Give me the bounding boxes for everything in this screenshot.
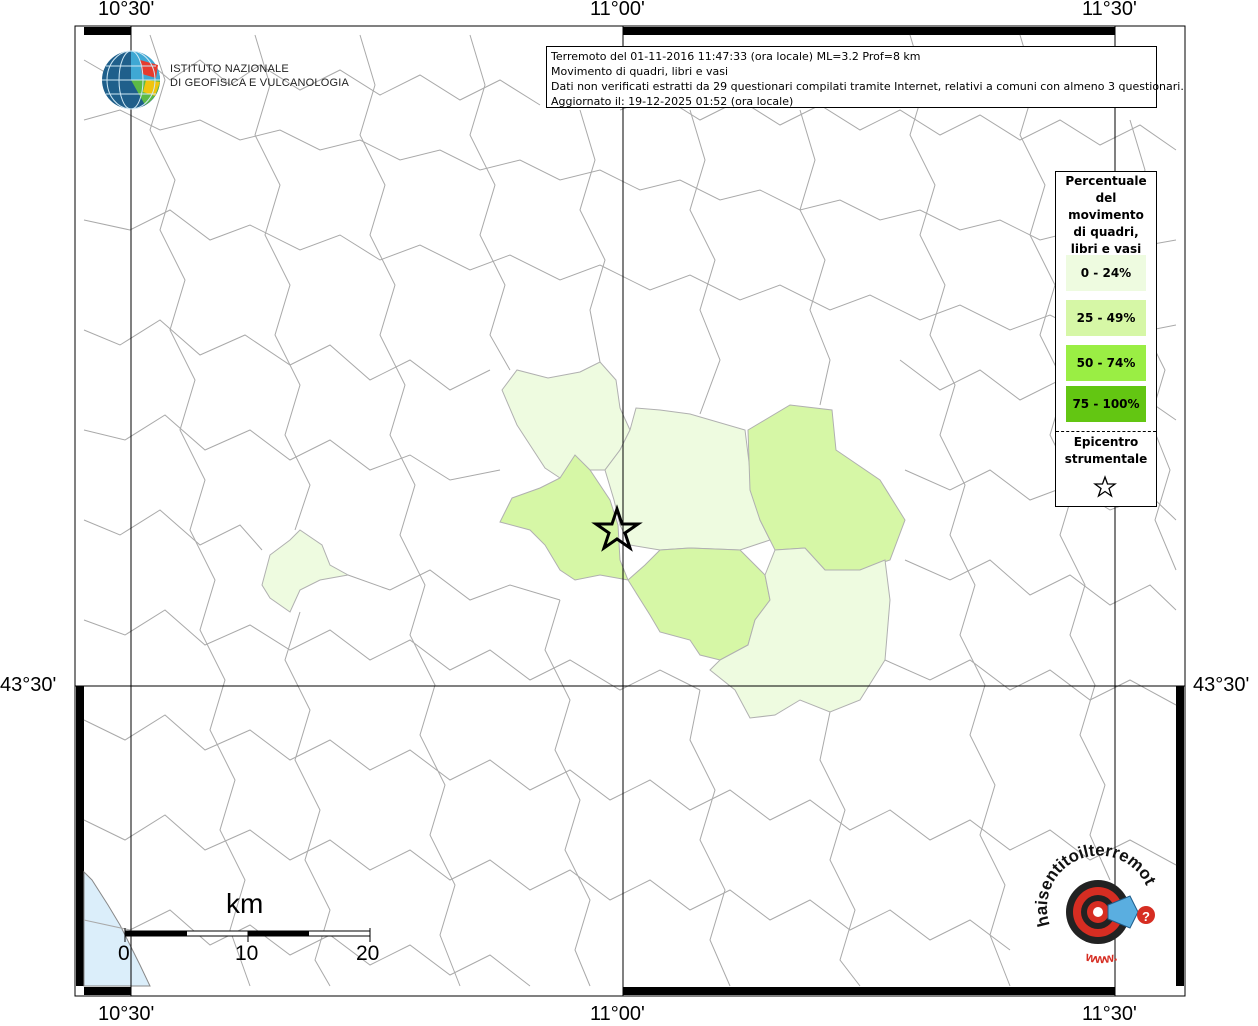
map-canvas: ? haisentitoilterremoto.it www. — [0, 0, 1186, 997]
effect-description: Movimento di quadri, libri e vasi — [551, 65, 729, 78]
scale-label-20: 20 — [356, 942, 380, 965]
legend-epicenter-line: Epicentro — [1073, 435, 1139, 449]
logo-line-2: DI GEOFISICA E VULCANOLOGIA — [170, 77, 349, 89]
legend-title-line: movimento — [1068, 208, 1144, 222]
top-tick-1: 10°30' — [98, 0, 155, 20]
top-tick-2: 11°00' — [590, 0, 645, 20]
legend-class-2: 25 - 49% — [1066, 300, 1146, 336]
legend-class-3: 50 - 74% — [1066, 345, 1146, 381]
left-lat-label: 43°30' — [0, 674, 57, 696]
legend-epicenter-line: strumentale — [1064, 452, 1148, 466]
event-info-box: Terremoto del 01-11-2016 11:47:33 (ora l… — [546, 46, 1184, 108]
legend-title-line: Percentuale — [1065, 174, 1147, 188]
scale-label-0: 0 — [118, 942, 130, 965]
legend-epicenter-label: Epicentro strumentale — [1056, 434, 1156, 468]
legend-class-4: 75 - 100% — [1066, 386, 1146, 422]
legend-class-1: 0 - 24% — [1066, 255, 1146, 291]
scale-label-10: 10 — [235, 942, 259, 965]
svg-text:?: ? — [1142, 909, 1150, 924]
bottom-tick-1: 10°30' — [98, 1003, 155, 1025]
data-note: Dati non verificati estratti da 29 quest… — [551, 80, 1184, 93]
event-title: Terremoto del 01-11-2016 11:47:33 (ora l… — [551, 50, 921, 63]
logo-line-1: ISTITUTO NAZIONALE — [170, 63, 289, 75]
bottom-tick-2: 11°00' — [590, 1003, 645, 1025]
legend-title-line: del — [1095, 191, 1117, 205]
legend-title-line: di quadri, — [1073, 225, 1139, 239]
top-tick-3: 11°30' — [1082, 0, 1137, 20]
scale-unit: km — [226, 888, 264, 919]
right-lat-label: 43°30' — [1193, 674, 1250, 696]
star-icon — [1093, 475, 1117, 498]
ingv-globe-icon — [102, 50, 160, 110]
update-time: Aggiornato il: 19-12-2025 01:52 (ora loc… — [551, 95, 794, 108]
ingv-logo-text: ISTITUTO NAZIONALE DI GEOFISICA E VULCAN… — [170, 62, 349, 90]
legend-title: Percentuale del movimento di quadri, lib… — [1060, 172, 1152, 258]
legend-separator — [1056, 431, 1156, 432]
legend: Percentuale del movimento di quadri, lib… — [1055, 171, 1157, 507]
bottom-tick-3: 11°30' — [1082, 1003, 1137, 1025]
